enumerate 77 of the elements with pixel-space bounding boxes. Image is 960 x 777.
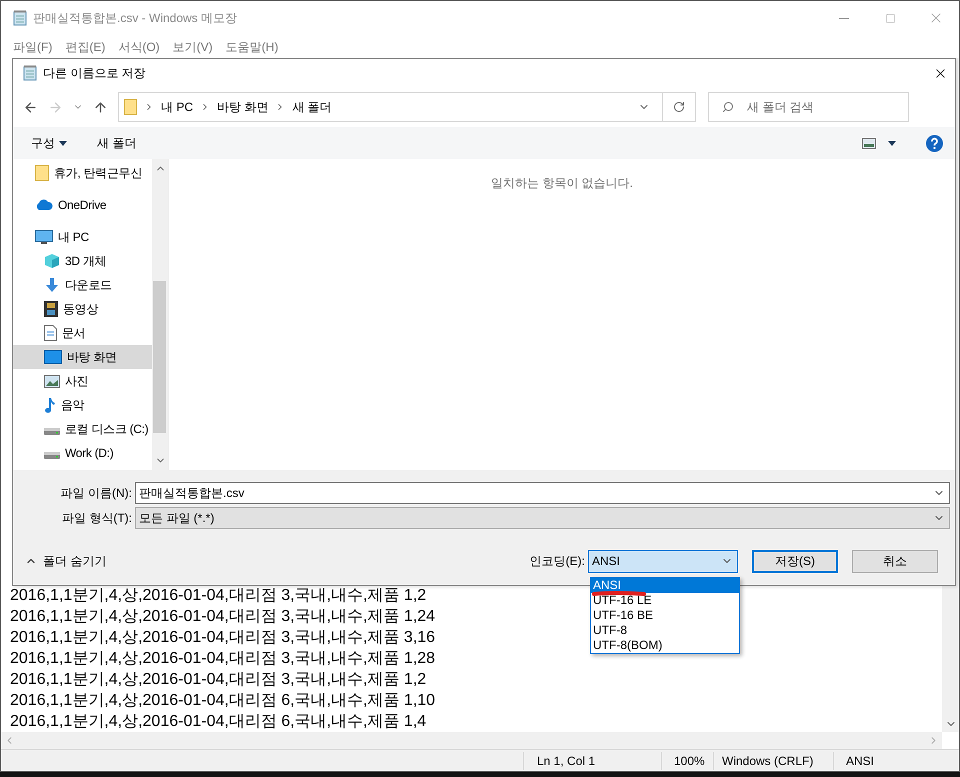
window-title: 판매실적통합본.csv - Windows 메모장 [33, 10, 238, 27]
menu-item[interactable]: 도움말(H) [220, 38, 284, 56]
cancel-button[interactable]: 취소 [852, 550, 938, 572]
sidebar-item[interactable]: 다운로드 [13, 273, 152, 297]
folder-icon [35, 165, 49, 181]
cloud-icon [35, 199, 53, 211]
text-line: 2016,1,1분기,4,상,2016-01-04,대리점 3,국내,내수,제품 3,16 [10, 628, 436, 648]
film-icon [44, 301, 58, 317]
file-type-dropdown[interactable]: 모든 파일 (*.*) [135, 507, 950, 529]
music-note-icon [44, 397, 56, 413]
cube-icon [44, 253, 60, 269]
file-name-label: 파일 이름(N): [60, 485, 133, 502]
sidebar-item[interactable]: 내 PC [13, 225, 152, 249]
organize-button[interactable]: 구성 [31, 134, 67, 152]
encoding-label: 인코딩(E): [530, 553, 585, 570]
status-line-ending: Windows (CRLF) [713, 752, 833, 770]
sidebar-item[interactable]: 휴가, 탄력근무신 [13, 161, 152, 185]
sidebar-item[interactable]: 문서 [13, 321, 152, 345]
sidebar-item[interactable]: 음악 [13, 393, 152, 417]
sidebar-item[interactable]: 동영상 [13, 297, 152, 321]
maximize-icon [884, 12, 896, 24]
text-line: 2016,1,1분기,4,상,2016-01-04,대리점 6,국내,내수,제품 1,4 [10, 712, 426, 732]
file-name-field[interactable]: 판매실적통합본.csv [135, 482, 950, 504]
encoding-option[interactable]: UTF-8 [591, 623, 739, 638]
sidebar-item[interactable]: Work (D:) [13, 441, 152, 465]
hide-folders-button[interactable]: 폴더 숨기기 [25, 552, 106, 570]
text-line: 2016,1,1분기,4,상,2016-01-04,대리점 3,국내,내수,제품 1,2 [10, 586, 426, 606]
folder-icon [124, 99, 137, 115]
notepad-icon [13, 10, 27, 26]
text-line: 2016,1,1분기,4,상,2016-01-04,대리점 3,국내,내수,제품 1,28 [10, 649, 436, 669]
scrollbar-thumb[interactable] [153, 281, 166, 433]
up-icon[interactable] [93, 100, 108, 114]
sidebar-scrollbar[interactable] [152, 159, 168, 470]
dialog-title: 다른 이름으로 저장 [43, 65, 146, 82]
sidebar-item[interactable]: 3D 개체 [13, 249, 152, 273]
caret-icon [59, 140, 67, 146]
save-button[interactable]: 저장(S) [752, 550, 838, 572]
encoding-dropdown[interactable]: ANSI [588, 550, 738, 572]
encoding-option[interactable]: UTF-16 LE [591, 593, 739, 608]
text-line: 2016,1,1분기,4,상,2016-01-04,대리점 3,국내,내수,제품 1,24 [10, 607, 436, 627]
search-icon [722, 101, 734, 113]
monitor-icon [35, 230, 53, 244]
empty-message: 일치하는 항목이 없습니다. [490, 175, 633, 192]
sidebar-item[interactable]: 로컬 디스크 (C:) [13, 417, 152, 441]
menu-item[interactable]: 파일(F) [7, 38, 58, 56]
caret-icon[interactable] [888, 140, 896, 146]
search-field[interactable]: 새 폴더 검색 [708, 92, 909, 122]
encoding-option[interactable]: UTF-16 BE [591, 608, 739, 623]
file-type-label: 파일 형식(T): [61, 510, 133, 527]
sidebar-item[interactable]: 바탕 화면 [13, 345, 152, 369]
status-zoom: 100% [661, 752, 713, 770]
address-bar[interactable]: 내 PC 바탕 화면 새 폴더 [118, 92, 696, 122]
encoding-option[interactable]: ANSI [591, 578, 739, 593]
encoding-option[interactable]: UTF-8(BOM) [591, 638, 739, 653]
scribble-mark [592, 591, 646, 597]
desktop-icon [44, 350, 62, 364]
status-encoding: ANSI [833, 752, 874, 770]
sidebar-item[interactable]: OneDrive [13, 193, 152, 217]
status-position: Ln 1, Col 1 [523, 752, 661, 770]
menu-item[interactable]: 서식(O) [112, 38, 166, 56]
breadcrumb-item[interactable]: 내 PC [161, 98, 194, 116]
document-icon [44, 325, 57, 341]
menu-item[interactable]: 편집(E) [59, 38, 112, 56]
breadcrumb-item[interactable]: 바탕 화면 [217, 98, 268, 116]
refresh-icon[interactable] [673, 101, 685, 113]
down-arrow-icon [44, 277, 60, 293]
back-icon[interactable] [23, 100, 38, 114]
text-line: 2016,1,1분기,4,상,2016-01-04,대리점 3,국내,내수,제품 1,2 [10, 670, 426, 690]
breadcrumb-item[interactable]: 새 폴더 [292, 98, 332, 116]
view-icon[interactable] [862, 138, 876, 148]
new-folder-button[interactable]: 새 폴더 [97, 134, 136, 152]
sidebar-item[interactable]: 사진 [13, 369, 152, 393]
photo-icon [44, 374, 60, 388]
help-icon[interactable] [926, 134, 943, 152]
text-line: 2016,1,1분기,4,상,2016-01-04,대리점 6,국내,내수,제품 1,10 [10, 691, 436, 711]
menu-item[interactable]: 보기(V) [166, 38, 219, 56]
notepad-icon [23, 65, 37, 81]
